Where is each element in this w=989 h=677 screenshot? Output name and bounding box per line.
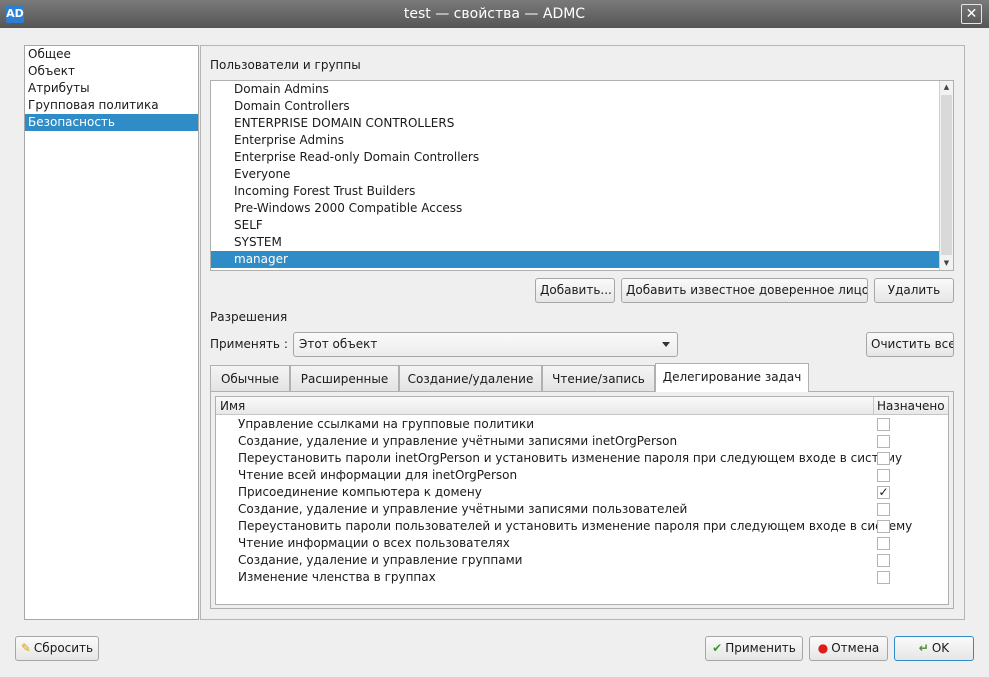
list-item-selected[interactable]: manager (211, 251, 953, 268)
task-name: Изменение членства в группах (238, 570, 436, 584)
nav-item-group-policy[interactable]: Групповая политика (25, 97, 198, 114)
nav-item-general[interactable]: Общее (25, 46, 198, 63)
scroll-up-icon[interactable]: ▲ (940, 81, 953, 94)
table-row: Создание, удаление и управление группами (216, 552, 948, 569)
remove-button[interactable]: Удалить (874, 278, 954, 303)
assigned-checkbox[interactable] (877, 571, 890, 584)
cancel-button[interactable]: ● Отмена (809, 636, 888, 661)
apply-to-select[interactable]: Этот объект (293, 332, 678, 357)
ok-button[interactable]: ↵ OK (894, 636, 974, 661)
task-name: Переустановить пароли пользователей и ус… (238, 519, 913, 533)
table-row: Переустановить пароли inetOrgPerson и ус… (216, 450, 948, 467)
window-title: test — свойства — ADMC (403, 6, 586, 22)
clear-all-button[interactable]: Очистить все (866, 332, 954, 357)
tab-delegation[interactable]: Делегирование задач (655, 363, 809, 392)
table-row: Создание, удаление и управление учётными… (216, 433, 948, 450)
add-button[interactable]: Добавить... (535, 278, 615, 303)
list-item[interactable]: Domain Controllers (211, 98, 953, 115)
task-name: Чтение информации о всех пользователях (238, 536, 510, 550)
checkmark-icon: ✔ (712, 641, 723, 655)
assigned-checkbox[interactable] (877, 554, 890, 567)
task-name: Присоединение компьютера к домену (238, 485, 482, 499)
assigned-checkbox[interactable] (877, 452, 890, 465)
nav-item-security[interactable]: Безопасность (25, 114, 198, 131)
column-header-assigned[interactable]: Назначено (877, 397, 945, 415)
reset-label: Сбросить (33, 641, 94, 655)
users-groups-list: Domain Admins Domain Controllers ENTERPR… (210, 80, 954, 271)
table-row: Создание, удаление и управление учётными… (216, 501, 948, 518)
assigned-checkbox[interactable] (877, 503, 890, 516)
list-item[interactable]: ENTERPRISE DOMAIN CONTROLLERS (211, 115, 953, 132)
assigned-checkbox[interactable] (877, 469, 890, 482)
column-separator[interactable] (873, 397, 874, 415)
table-row: Управление ссылками на групповые политик… (216, 416, 948, 433)
list-item[interactable]: Pre-Windows 2000 Compatible Access (211, 200, 953, 217)
scroll-down-icon[interactable]: ▼ (940, 257, 953, 270)
list-item[interactable]: Enterprise Admins (211, 132, 953, 149)
list-scrollbar[interactable]: ▲ ▼ (939, 81, 953, 270)
column-header-name[interactable]: Имя (220, 397, 245, 415)
title-bar: AD test — свойства — ADMC ✕ (0, 0, 989, 28)
apply-to-value: Этот объект (299, 337, 378, 351)
tab-advanced[interactable]: Расширенные (290, 365, 399, 391)
broom-icon: ✎ (20, 641, 31, 655)
close-button[interactable]: ✕ (961, 4, 982, 24)
list-item[interactable]: SELF (211, 217, 953, 234)
task-name: Создание, удаление и управление учётными… (238, 434, 678, 448)
add-wellknown-button[interactable]: Добавить известное доверенное лицо... (621, 278, 868, 303)
table-header: Имя Назначено (216, 397, 948, 415)
scroll-thumb[interactable] (941, 95, 952, 255)
assigned-checkbox[interactable] (877, 418, 890, 431)
assigned-checkbox[interactable]: ✓ (877, 486, 890, 499)
tab-read-write[interactable]: Чтение/запись (542, 365, 655, 391)
assigned-checkbox[interactable] (877, 520, 890, 533)
task-name: Создание, удаление и управление учётными… (238, 502, 688, 516)
task-name: Управление ссылками на групповые политик… (238, 417, 535, 431)
list-item[interactable]: Incoming Forest Trust Builders (211, 183, 953, 200)
list-item[interactable]: SYSTEM (211, 234, 953, 251)
tab-basic[interactable]: Обычные (210, 365, 290, 391)
task-name: Создание, удаление и управление группами (238, 553, 523, 567)
nav-item-object[interactable]: Объект (25, 63, 198, 80)
table-row: Присоединение компьютера к домену ✓ (216, 484, 948, 501)
table-row: Чтение информации о всех пользователях (216, 535, 948, 552)
reset-button[interactable]: ✎ Сбросить (15, 636, 99, 661)
enter-icon: ↵ (918, 641, 929, 655)
assigned-checkbox[interactable] (877, 537, 890, 550)
assigned-checkbox[interactable] (877, 435, 890, 448)
permissions-label: Разрешения (210, 310, 288, 324)
apply-label: Применить (725, 641, 796, 655)
cancel-label: Отмена (831, 641, 880, 655)
delegation-table: Имя Назначено Управление ссылками на гру… (215, 396, 949, 605)
apply-button[interactable]: ✔ Применить (705, 636, 803, 661)
nav-item-attributes[interactable]: Атрибуты (25, 80, 198, 97)
section-list: Общее Объект Атрибуты Групповая политика… (24, 45, 199, 620)
stop-icon: ● (817, 641, 829, 655)
apply-to-label: Применять : (210, 337, 288, 351)
table-row: Чтение всей информации для inetOrgPerson (216, 467, 948, 484)
ok-label: OK (931, 641, 950, 655)
users-groups-label: Пользователи и группы (210, 58, 361, 72)
task-name: Чтение всей информации для inetOrgPerson (238, 468, 518, 482)
task-name: Переустановить пароли inetOrgPerson и ус… (238, 451, 903, 465)
table-row: Переустановить пароли пользователей и ус… (216, 518, 948, 535)
list-item[interactable]: Everyone (211, 166, 953, 183)
table-row: Изменение членства в группах (216, 569, 948, 586)
tab-create-delete[interactable]: Создание/удаление (399, 365, 542, 391)
list-item[interactable]: Domain Admins (211, 81, 953, 98)
chevron-down-icon (662, 342, 670, 347)
list-item[interactable]: Enterprise Read-only Domain Controllers (211, 149, 953, 166)
